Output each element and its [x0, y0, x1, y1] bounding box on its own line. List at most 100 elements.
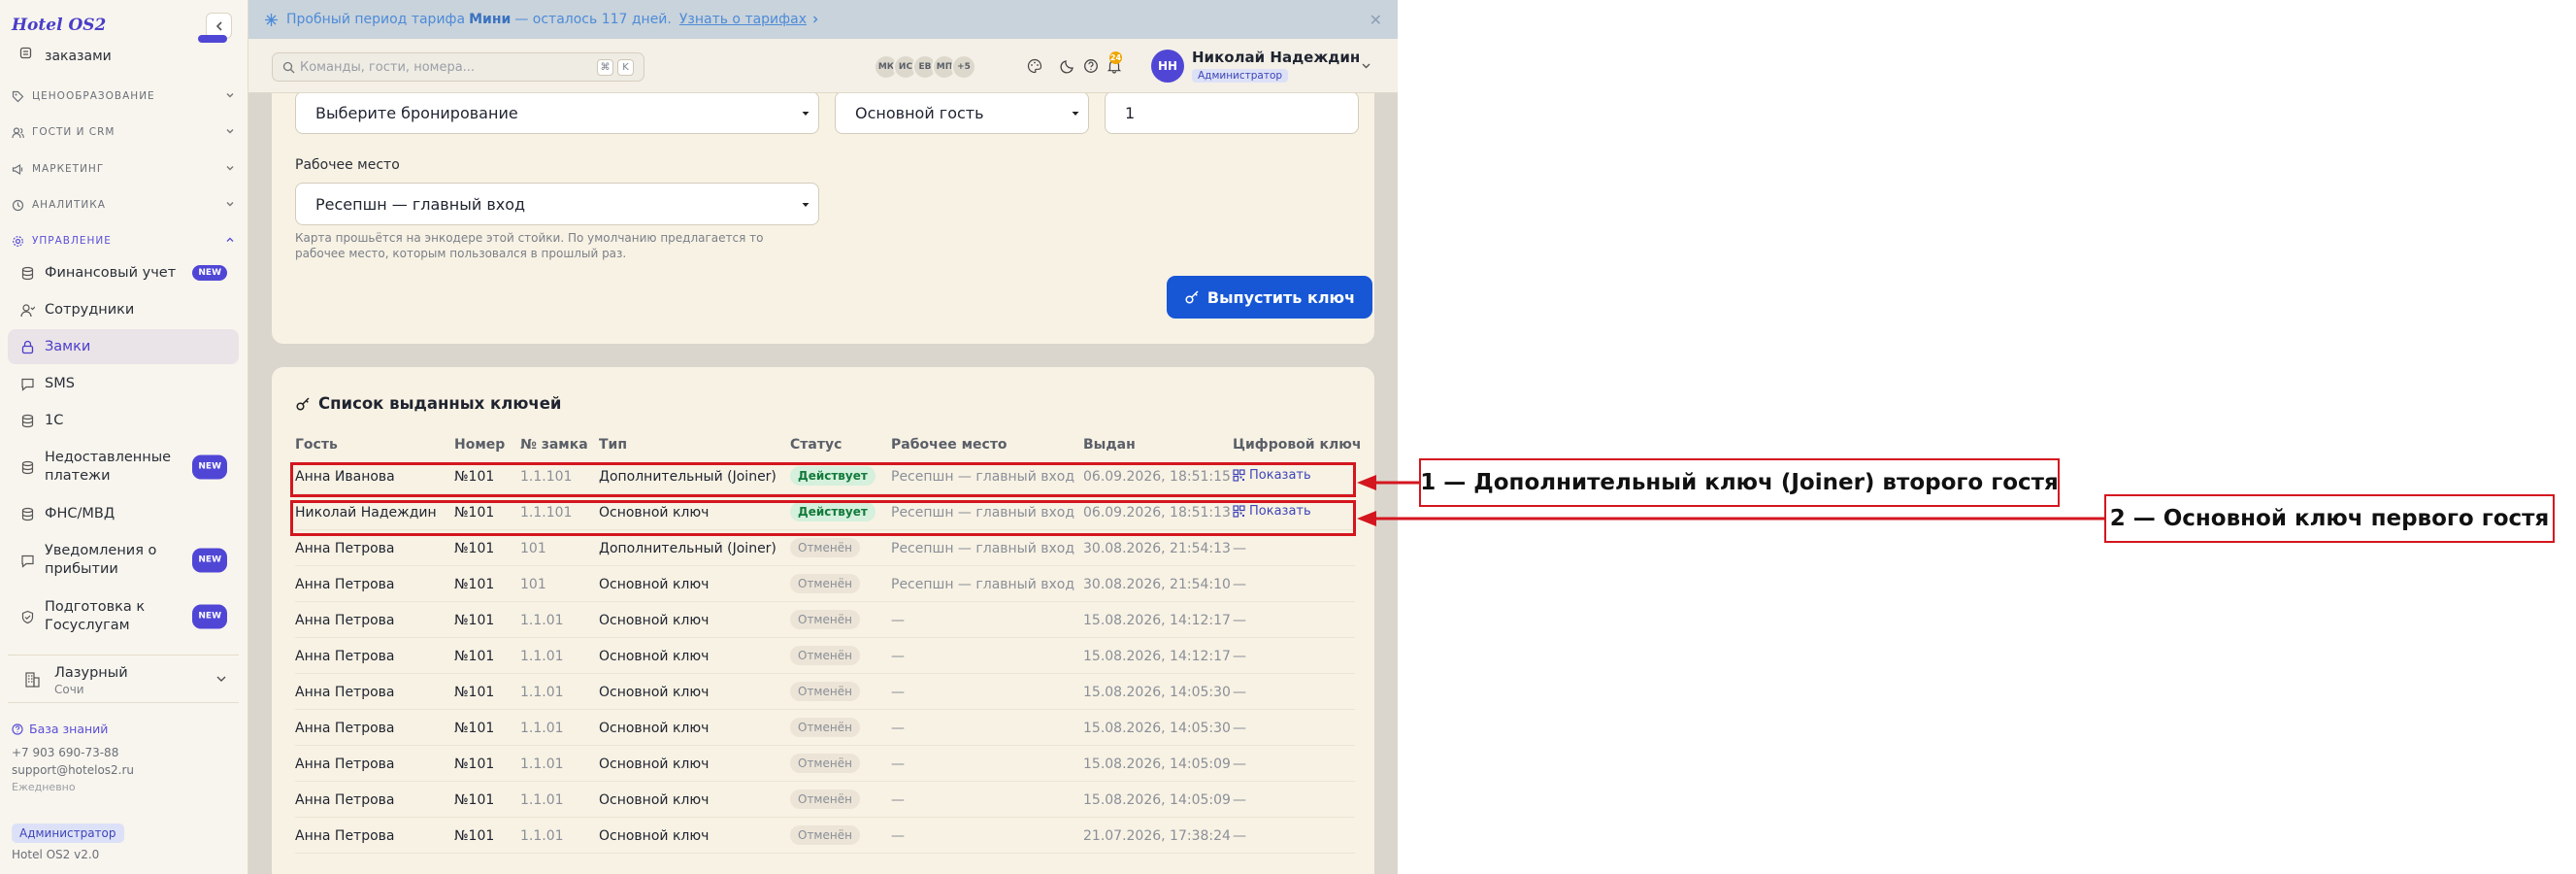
database-icon	[19, 413, 35, 428]
section-marketing[interactable]: МАРКЕТИНГ	[12, 158, 235, 180]
section-analytics[interactable]: АНАЛИТИКА	[12, 194, 235, 216]
tag-icon	[12, 90, 24, 103]
cell-guest: Анна Петрова	[295, 828, 395, 844]
online-staff-avatars[interactable]: МК ИС ЕВ МП +5	[874, 54, 976, 80]
section-management[interactable]: УПРАВЛЕНИЕ	[12, 230, 235, 252]
cell-workplace: —	[891, 721, 905, 736]
cell-workplace: Ресепшн — главный вход	[891, 541, 1075, 556]
hotel-switcher[interactable]: Лазурный Сочи	[8, 655, 239, 703]
column-header-workplace[interactable]: Рабочее место	[891, 437, 1007, 453]
cell-lock: 1.1.01	[520, 685, 564, 700]
sidebar-item-sms[interactable]: SMS	[8, 366, 239, 401]
sidebar-item-label: Замки	[45, 339, 91, 354]
table-row[interactable]: Анна Петрова №101 1.1.01 Основной ключ Отмен…	[295, 602, 1355, 638]
support-hours: Ежедневно	[12, 781, 76, 793]
user-avatar[interactable]: НН	[1151, 50, 1184, 83]
cell-room: №101	[454, 649, 495, 664]
column-header-digital[interactable]: Цифровой ключ	[1233, 437, 1361, 453]
sidebar-item-1c[interactable]: 1С	[8, 403, 239, 438]
sidebar-item-arrival-notices[interactable]: Уведомления о прибытии NEW	[8, 539, 239, 582]
database-icon	[19, 506, 35, 521]
search-input[interactable]: Команды, гости, номера... ⌘ K	[272, 52, 644, 82]
lock-icon	[19, 339, 35, 354]
cell-room: №101	[454, 756, 495, 772]
table-row[interactable]: Анна Петрова №101 1.1.01 Основной ключ Отмен…	[295, 746, 1355, 782]
cell-issued: 15.08.2026, 14:05:09	[1083, 756, 1231, 772]
cell-type: Основной ключ	[599, 756, 710, 772]
palette-icon[interactable]	[1025, 56, 1044, 76]
new-badge: NEW	[192, 265, 227, 281]
cell-guest: Анна Петрова	[295, 756, 395, 772]
chevron-up-icon	[226, 237, 234, 242]
status-badge: Отменён	[790, 646, 860, 665]
sidebar-item-undelivered-payments[interactable]: Недоставленные платежи NEW	[8, 446, 239, 488]
section-guests-crm[interactable]: ГОСТИ И CRM	[12, 121, 235, 143]
column-header-room[interactable]: Номер	[454, 437, 505, 453]
table-row[interactable]: Анна Петрова №101 1.1.01 Основной ключ Отмен…	[295, 638, 1355, 674]
cell-issued: 30.08.2026, 21:54:13	[1083, 541, 1231, 556]
table-row[interactable]: Анна Петрова №101 1.1.01 Основной ключ Отмен…	[295, 710, 1355, 746]
support-phone[interactable]: +7 903 690-73-88	[12, 746, 118, 759]
knowledge-base-link[interactable]: База знаний	[12, 722, 108, 736]
moon-icon[interactable]	[1058, 56, 1077, 76]
search-placeholder: Команды, гости, номера...	[300, 59, 476, 75]
chevron-down-icon	[226, 202, 234, 207]
cell-workplace: —	[891, 649, 905, 664]
sidebar-item-label: Недоставленные платежи	[45, 450, 172, 484]
section-pricing[interactable]: ЦЕНООБРАЗОВАНИЕ	[12, 85, 235, 107]
notification-count-badge: 24	[1109, 51, 1122, 64]
shortcut-key-k: K	[617, 59, 634, 76]
hotel-city: Сочи	[54, 683, 84, 696]
key-count-input[interactable]: 1	[1105, 93, 1359, 134]
chevron-down-icon	[226, 129, 234, 134]
booking-select[interactable]: Выберите бронирование	[295, 93, 819, 134]
sidebar-item-label: ФНС/МВД	[45, 506, 116, 521]
knowledge-base-label: База знаний	[29, 722, 109, 736]
cell-room: №101	[454, 721, 495, 736]
database-icon	[19, 459, 35, 475]
status-badge: Отменён	[790, 610, 860, 629]
section-label: МАРКЕТИНГ	[32, 163, 105, 175]
cell-workplace: —	[891, 828, 905, 844]
guest-select[interactable]: Основной гость	[835, 93, 1089, 134]
banner-close-button[interactable]: ✕	[1370, 11, 1382, 29]
message-icon	[19, 553, 35, 568]
sidebar-item-finance[interactable]: Финансовый учет NEW	[8, 255, 239, 290]
sidebar-item-fns-mvd[interactable]: ФНС/МВД	[8, 496, 239, 531]
cell-guest: Анна Петрова	[295, 685, 395, 700]
column-header-issued[interactable]: Выдан	[1083, 437, 1136, 453]
booking-select-value: Выберите бронирование	[315, 103, 518, 122]
cell-digital-key: —	[1233, 613, 1246, 628]
app-logo[interactable]: Hotel OS2	[12, 16, 106, 35]
cell-room: №101	[454, 613, 495, 628]
issue-key-button[interactable]: Выпустить ключ	[1167, 276, 1372, 319]
column-header-lock[interactable]: № замка	[520, 437, 588, 453]
cell-lock: 101	[520, 541, 546, 556]
column-header-guest[interactable]: Гость	[295, 437, 338, 453]
table-row[interactable]: Анна Петрова №101 1.1.01 Основной ключ Отмен…	[295, 818, 1355, 854]
table-row[interactable]: Анна Петрова №101 1.1.01 Основной ключ Отмен…	[295, 782, 1355, 818]
database-icon	[19, 265, 35, 281]
banner-plans-link[interactable]: Узнать о тарифах	[679, 12, 807, 27]
sidebar-item-staff[interactable]: Сотрудники	[8, 292, 239, 327]
cell-workplace: —	[891, 792, 905, 808]
cell-issued: 15.08.2026, 14:05:30	[1083, 685, 1231, 700]
workplace-select[interactable]: Ресепшн — главный вход	[295, 183, 819, 225]
sidebar-item-gosuslugi[interactable]: Подготовка к Госуслугам NEW	[8, 595, 239, 638]
table-row[interactable]: Анна Петрова №101 101 Основной ключ Отменён Р…	[295, 566, 1355, 602]
user-name[interactable]: Николай Надеждин	[1192, 49, 1360, 66]
chevron-down-icon	[216, 676, 226, 683]
cell-workplace: —	[891, 613, 905, 628]
chevron-down-icon[interactable]	[1361, 60, 1371, 71]
column-header-status[interactable]: Статус	[790, 437, 842, 453]
cell-type: Основной ключ	[599, 685, 710, 700]
list-icon	[19, 47, 32, 63]
table-row[interactable]: Анна Петрова №101 1.1.01 Основной ключ Отмен…	[295, 674, 1355, 710]
column-header-type[interactable]: Тип	[599, 437, 627, 453]
support-email[interactable]: support@hotelos2.ru	[12, 763, 134, 777]
help-icon[interactable]	[1081, 56, 1101, 76]
workplace-label: Рабочее место	[295, 157, 400, 173]
building-icon	[23, 671, 41, 692]
key-icon	[1185, 290, 1199, 304]
sidebar-item-locks[interactable]: Замки	[8, 329, 239, 364]
